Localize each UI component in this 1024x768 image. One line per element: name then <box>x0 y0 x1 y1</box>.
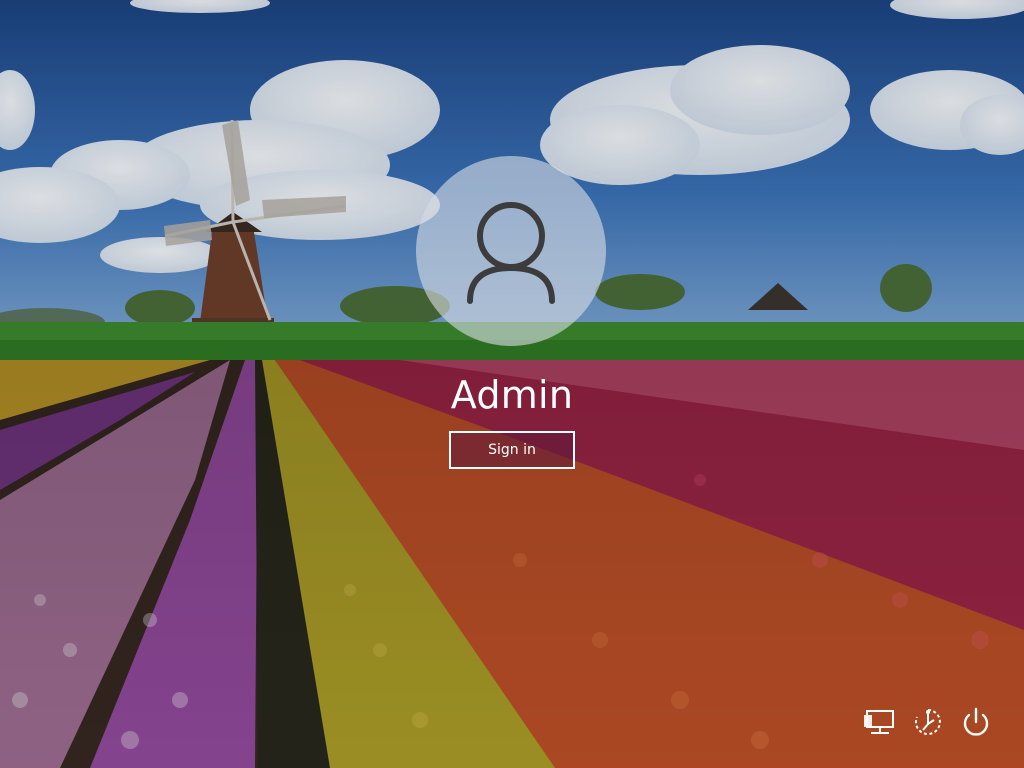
network-icon <box>864 710 894 734</box>
network-button[interactable] <box>860 702 900 742</box>
power-button[interactable] <box>956 702 996 742</box>
ease-of-access-icon <box>914 709 941 735</box>
ease-of-access-button[interactable] <box>908 702 948 742</box>
lock-screen: Admin Sign in <box>0 0 1024 768</box>
user-silhouette-icon <box>467 202 555 304</box>
sign-in-button[interactable]: Sign in <box>449 431 575 469</box>
user-name: Admin <box>450 373 574 417</box>
power-icon <box>963 707 989 736</box>
user-avatar <box>416 156 606 346</box>
